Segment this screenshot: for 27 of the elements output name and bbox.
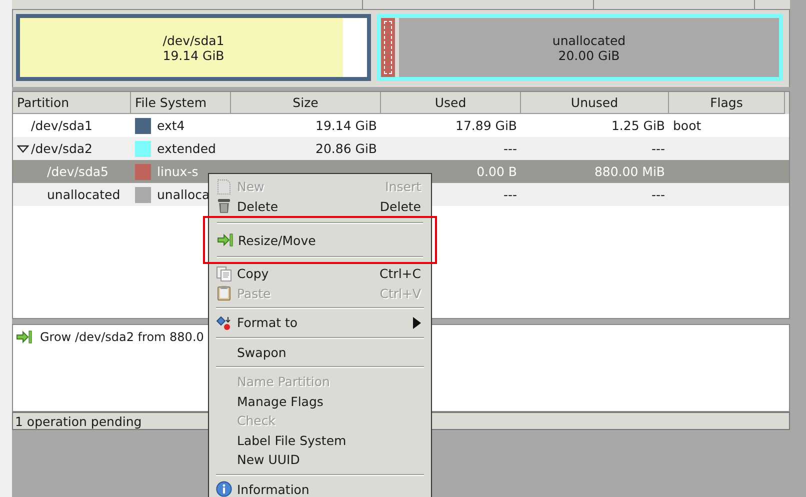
table-cell: --- xyxy=(651,187,665,202)
table-cell: 880.00 MiB xyxy=(594,164,665,179)
operation-text: Grow /dev/sda2 from 880.0 xyxy=(40,330,204,344)
partition-name: /dev/sda1 xyxy=(162,32,224,48)
table-cell: --- xyxy=(503,187,517,202)
table-cell: unalloca xyxy=(157,187,210,202)
table-cell: 20.86 GiB xyxy=(316,141,377,156)
shortcut-text: Ctrl+C xyxy=(380,266,421,282)
table-cell: extended xyxy=(157,141,216,156)
table-cell: --- xyxy=(651,141,665,156)
table-cell: ext4 xyxy=(157,118,185,133)
table-cell: 19.14 GiB xyxy=(316,118,377,133)
table-cell: /dev/sda2 xyxy=(31,141,93,156)
table-cell: 0.00 B xyxy=(476,164,517,179)
table-cell: linux-s xyxy=(157,164,198,179)
table-cell: /dev/sda5 xyxy=(47,164,109,179)
partition-name: unallocated xyxy=(552,32,626,48)
table-cell: 1.25 GiB xyxy=(611,118,665,133)
table-cell: 17.89 GiB xyxy=(456,118,517,133)
shortcut-text: Delete xyxy=(380,198,421,214)
table-cell: boot xyxy=(673,118,702,133)
partition-size: 20.00 GiB xyxy=(558,48,620,62)
partition-size: 19.14 GiB xyxy=(162,48,224,62)
table-cell: --- xyxy=(503,141,517,156)
table-cell: unallocated xyxy=(47,187,120,202)
table-cell: /dev/sda1 xyxy=(31,118,93,133)
shortcut-text: Ctrl+V xyxy=(380,286,421,301)
